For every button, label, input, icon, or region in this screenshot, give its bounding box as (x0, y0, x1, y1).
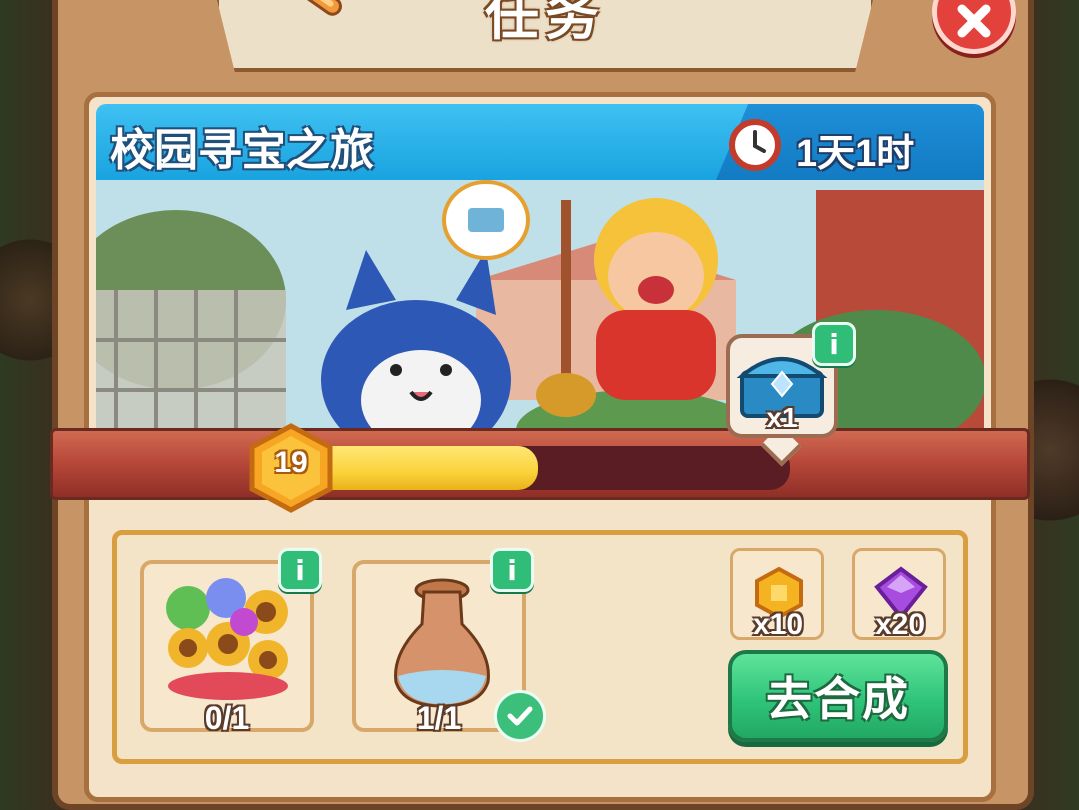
info-icon: i (507, 553, 517, 587)
task-reward-coins-count: x10 (752, 608, 804, 641)
time-remaining: 1天1时 (796, 133, 915, 175)
dialog-title: 任务 (485, 0, 605, 46)
info-icon: i (829, 327, 839, 361)
level-number: 19 (274, 446, 308, 479)
reward-info-button[interactable]: i (812, 322, 856, 366)
requirement-info-button-flowers[interactable]: i (278, 548, 322, 592)
event-illustration (96, 180, 984, 444)
info-icon: i (295, 553, 305, 587)
close-icon (957, 4, 991, 38)
task-reward-gems-count: x20 (874, 608, 926, 641)
go-merge-button[interactable]: 去合成 (728, 650, 948, 742)
event-title: 校园寻宝之旅 (110, 126, 374, 175)
completed-check-icon (494, 690, 546, 742)
event-card: 校园寻宝之旅 1天1时 (96, 104, 984, 444)
go-merge-label: 去合成 (766, 673, 910, 725)
requirement-info-button-vase[interactable]: i (490, 548, 534, 592)
reward-count: x1 (766, 402, 798, 433)
requirement-count-flowers: 0/1 (204, 700, 250, 736)
clock-icon (729, 119, 781, 171)
pin-icon (298, 0, 342, 16)
